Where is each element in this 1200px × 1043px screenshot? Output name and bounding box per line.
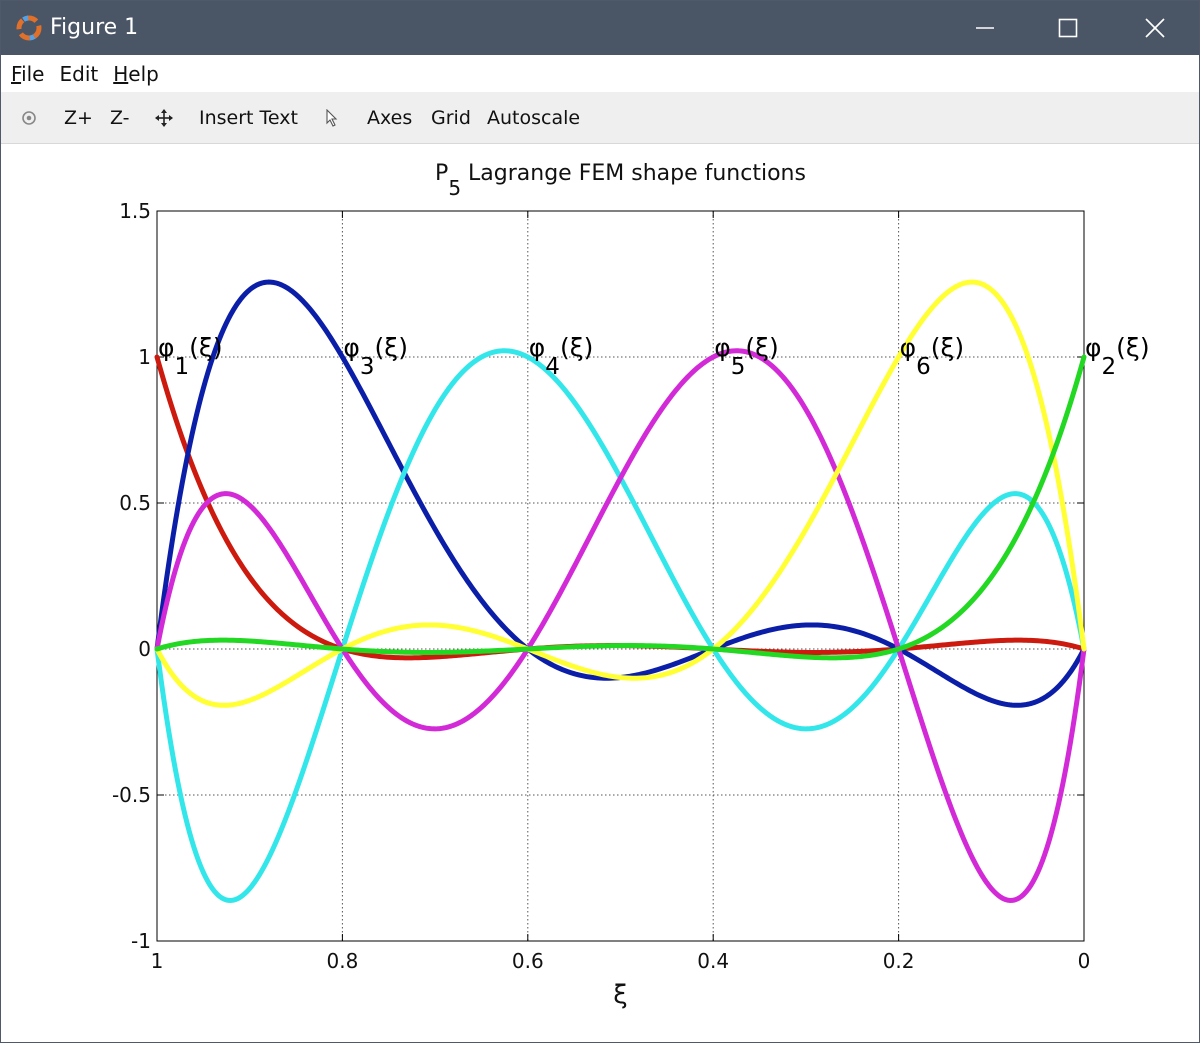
x-tick-label: 0.8 xyxy=(326,949,358,973)
annotation-phi5: φ5(ξ) xyxy=(714,333,779,380)
y-tick-label: -1 xyxy=(131,929,151,953)
maximize-icon xyxy=(1058,18,1078,38)
annotation-base: φ xyxy=(343,333,360,362)
series-line-phi2 xyxy=(154,354,1087,661)
close-button[interactable] xyxy=(1115,1,1195,55)
grid-button[interactable]: Grid xyxy=(431,92,471,144)
x-tick-label: 0.4 xyxy=(697,949,729,973)
octave-app-icon xyxy=(16,15,42,41)
rotate-button[interactable] xyxy=(20,92,38,144)
annotation-subscript: 4 xyxy=(545,354,560,380)
menu-file-label: ile xyxy=(21,61,45,86)
annotation-phi2: φ2(ξ) xyxy=(1085,333,1150,380)
menu-bar: File Edit Help xyxy=(1,55,1199,92)
annotation-suffix: (ξ) xyxy=(560,333,593,362)
plot-canvas[interactable]: 1 0.8 0.6 0.4 0.2 0-1-0.500.511.5 φ1(ξ) φ3(ξ) φ… xyxy=(0,143,1198,1041)
y-tick-label: 1.5 xyxy=(119,199,151,223)
annotation-subscript: 1 xyxy=(175,354,190,380)
annotation-base: φ xyxy=(900,333,917,362)
annotation-base: φ xyxy=(529,333,546,362)
menu-edit[interactable]: Edit xyxy=(59,62,98,86)
annotation-base: φ xyxy=(1085,333,1102,362)
annotation-base: φ xyxy=(714,333,731,362)
rotate-icon xyxy=(22,111,36,125)
annotation-suffix: (ξ) xyxy=(931,333,964,362)
x-axis-label: ξ xyxy=(613,980,628,1010)
annotation-subscript: 2 xyxy=(1102,354,1117,380)
pan-button[interactable] xyxy=(154,92,174,144)
annotation-phi1: φ1(ξ) xyxy=(158,333,223,380)
x-tick-label: 0.2 xyxy=(883,949,915,973)
menu-file[interactable]: File xyxy=(11,62,44,86)
minimize-icon xyxy=(976,27,994,29)
y-tick-label: 0 xyxy=(138,637,151,661)
grid xyxy=(156,210,1085,942)
series-line-phi1 xyxy=(154,354,1087,661)
close-icon xyxy=(1145,18,1165,38)
annotation-suffix: (ξ) xyxy=(375,333,408,362)
x-tick-label: 0 xyxy=(1078,949,1091,973)
y-tick-label: 0.5 xyxy=(119,491,151,515)
zoom-out-button[interactable]: Z- xyxy=(110,92,130,144)
annotation-suffix: (ξ) xyxy=(745,333,778,362)
annotation-suffix: (ξ) xyxy=(1116,333,1149,362)
title-bar[interactable]: Figure 1 xyxy=(1,1,1199,55)
annotation-phi6: φ6(ξ) xyxy=(900,333,965,380)
select-button[interactable] xyxy=(325,92,339,144)
pan-arrows-icon xyxy=(155,109,173,127)
axes-button[interactable]: Axes xyxy=(367,92,412,144)
annotation-subscript: 5 xyxy=(731,354,746,380)
annotation-suffix: (ξ) xyxy=(189,333,222,362)
chart-title: P5 Lagrange FEM shape functions xyxy=(435,161,806,200)
menu-help-accelerator: H xyxy=(113,61,129,86)
annotation-base: φ xyxy=(158,333,175,362)
menu-file-accelerator: F xyxy=(11,61,22,86)
insert-text-button[interactable]: Insert Text xyxy=(199,92,298,144)
window-title: Figure 1 xyxy=(50,15,139,40)
menu-help[interactable]: Help xyxy=(113,62,159,86)
x-tick-label: 0.6 xyxy=(512,949,544,973)
chart-title-rest: Lagrange FEM shape functions xyxy=(461,161,806,186)
minimize-button[interactable] xyxy=(945,1,1025,55)
series xyxy=(154,279,1087,903)
annotation-phi4: φ4(ξ) xyxy=(529,333,594,380)
axes-box xyxy=(156,210,1085,942)
chart-title-sub: 5 xyxy=(448,176,461,200)
y-tick-label: -0.5 xyxy=(112,783,151,807)
menu-help-label: elp xyxy=(128,61,159,86)
zoom-in-button[interactable]: Z+ xyxy=(64,92,93,144)
maximize-button[interactable] xyxy=(1028,1,1108,55)
annotation-subscript: 3 xyxy=(360,354,375,380)
y-tick-label: 1 xyxy=(138,345,151,369)
annotation-subscript: 6 xyxy=(916,354,931,380)
pointer-cursor-icon xyxy=(326,109,338,127)
autoscale-button[interactable]: Autoscale xyxy=(487,92,580,144)
figure-toolbar: Z+ Z- Insert Text Axes Grid Autoscale xyxy=(1,92,1199,144)
chart-title-main: P xyxy=(435,161,448,186)
x-tick-label: 1 xyxy=(151,949,164,973)
